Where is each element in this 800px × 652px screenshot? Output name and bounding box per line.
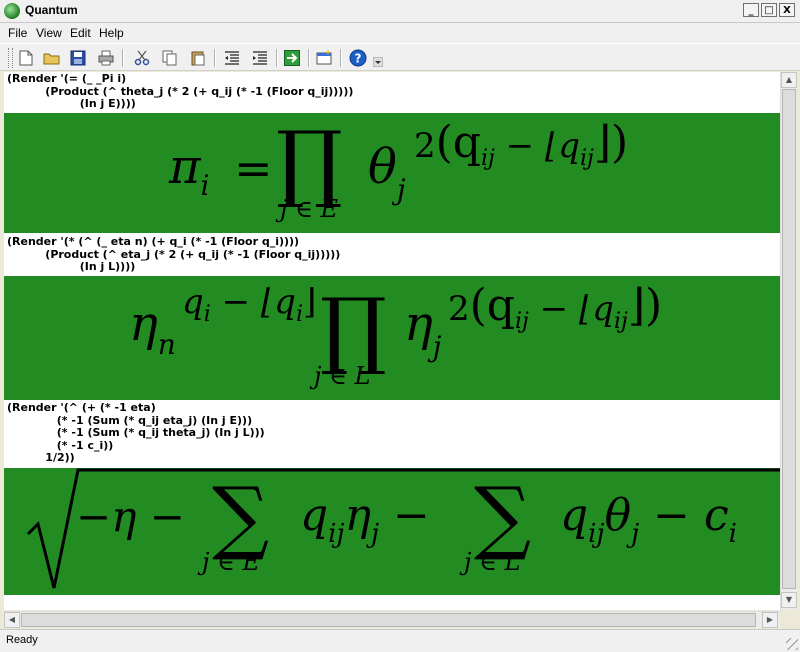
status-text: Ready xyxy=(6,634,38,646)
toolbar: ? xyxy=(0,43,800,71)
sum-subscript: j ∈ L xyxy=(464,548,521,576)
title-bar: Quantum _ □ X xyxy=(0,0,800,23)
formula-base: θj xyxy=(368,139,406,206)
product-operator: ∏ xyxy=(320,280,387,378)
scroll-left-icon[interactable]: ◀ xyxy=(4,612,20,628)
product-subscript: j ∈ L xyxy=(314,362,371,390)
scroll-down-icon[interactable]: ▼ xyxy=(781,592,797,608)
run-icon[interactable] xyxy=(282,48,302,68)
print-icon[interactable] xyxy=(96,48,116,68)
formula-base: ηj xyxy=(404,296,442,363)
svg-text:?: ? xyxy=(355,52,362,66)
toolbar-grip[interactable] xyxy=(8,48,13,68)
formula-term: qijθj − ci xyxy=(560,490,737,549)
formula-lhs: πi xyxy=(169,139,210,202)
save-icon[interactable] xyxy=(68,48,88,68)
app-globe-icon xyxy=(4,3,20,19)
copy-icon[interactable] xyxy=(160,48,180,68)
menu-view[interactable]: View xyxy=(36,26,62,40)
indent-less-icon[interactable] xyxy=(222,48,242,68)
formula-panel: πi = ∏ j ∈ E θj 2(qij − ⌊qij⌋) xyxy=(4,113,780,233)
formula-exponent: 2(qij − ⌊qij⌋) xyxy=(448,280,663,334)
product-operator: ∏ xyxy=(276,113,343,211)
code-block[interactable]: (Render '(= (_ _Pi i) (Product (^ theta_… xyxy=(4,72,780,113)
scroll-right-icon[interactable]: ▶ xyxy=(762,612,778,628)
formula-exponent: 2(qij − ⌊qij⌋) xyxy=(414,117,629,171)
formula-exponent: qi − ⌊qi⌋ xyxy=(182,282,317,327)
toolbar-separator xyxy=(340,49,342,67)
minimize-button[interactable]: _ xyxy=(743,3,759,17)
formula-base: ηn xyxy=(129,296,176,361)
formula-panel: ηn qi − ⌊qi⌋ ∏ j ∈ L ηj 2(qij − ⌊qij⌋) xyxy=(4,276,780,400)
formula-equals: = xyxy=(234,141,273,195)
menu-file[interactable]: File xyxy=(8,26,27,40)
scroll-up-icon[interactable]: ▲ xyxy=(781,72,797,88)
document-view[interactable]: (Render '(= (_ _Pi i) (Product (^ theta_… xyxy=(4,72,780,610)
formula-term: −η − xyxy=(76,492,185,541)
new-file-icon[interactable] xyxy=(16,48,36,68)
toolbar-separator xyxy=(122,49,124,67)
window-title: Quantum xyxy=(25,3,78,17)
new-window-icon[interactable] xyxy=(314,48,334,68)
indent-more-icon[interactable] xyxy=(250,48,270,68)
code-block[interactable]: (Render '(^ (+ (* -1 eta) (* -1 (Sum (* … xyxy=(4,401,780,468)
menu-bar: File View Edit Help xyxy=(0,23,800,43)
menu-help[interactable]: Help xyxy=(99,26,124,40)
open-folder-icon[interactable] xyxy=(42,48,62,68)
vertical-scroll-thumb[interactable] xyxy=(782,89,796,589)
toolbar-separator xyxy=(276,49,278,67)
toolbar-separator xyxy=(308,49,310,67)
cut-icon[interactable] xyxy=(132,48,152,68)
horizontal-scroll-thumb[interactable] xyxy=(21,613,756,627)
formula-term: qijηj − xyxy=(300,490,430,549)
sum-subscript: j ∈ E xyxy=(202,548,260,576)
toolbar-separator xyxy=(214,49,216,67)
code-block[interactable]: (Render '(* (^ (_ eta n) (+ q_i (* -1 (F… xyxy=(4,235,780,276)
product-subscript: j ∈ E xyxy=(280,195,338,223)
help-icon[interactable]: ? xyxy=(348,48,368,68)
formula-panel: −η − ∑ j ∈ E qijηj − ∑ j ∈ L qijθj − ci xyxy=(4,468,780,595)
vertical-scrollbar[interactable]: ▲ ▼ xyxy=(780,72,797,610)
paste-icon[interactable] xyxy=(188,48,208,68)
toolbar-overflow-icon[interactable] xyxy=(372,56,384,68)
horizontal-scrollbar[interactable]: ◀ ▶ xyxy=(4,611,780,628)
close-button[interactable]: X xyxy=(779,3,795,17)
status-bar: Ready xyxy=(0,629,800,652)
maximize-button[interactable]: □ xyxy=(761,3,777,17)
menu-edit[interactable]: Edit xyxy=(70,26,91,40)
resize-grip-icon[interactable] xyxy=(786,638,798,650)
